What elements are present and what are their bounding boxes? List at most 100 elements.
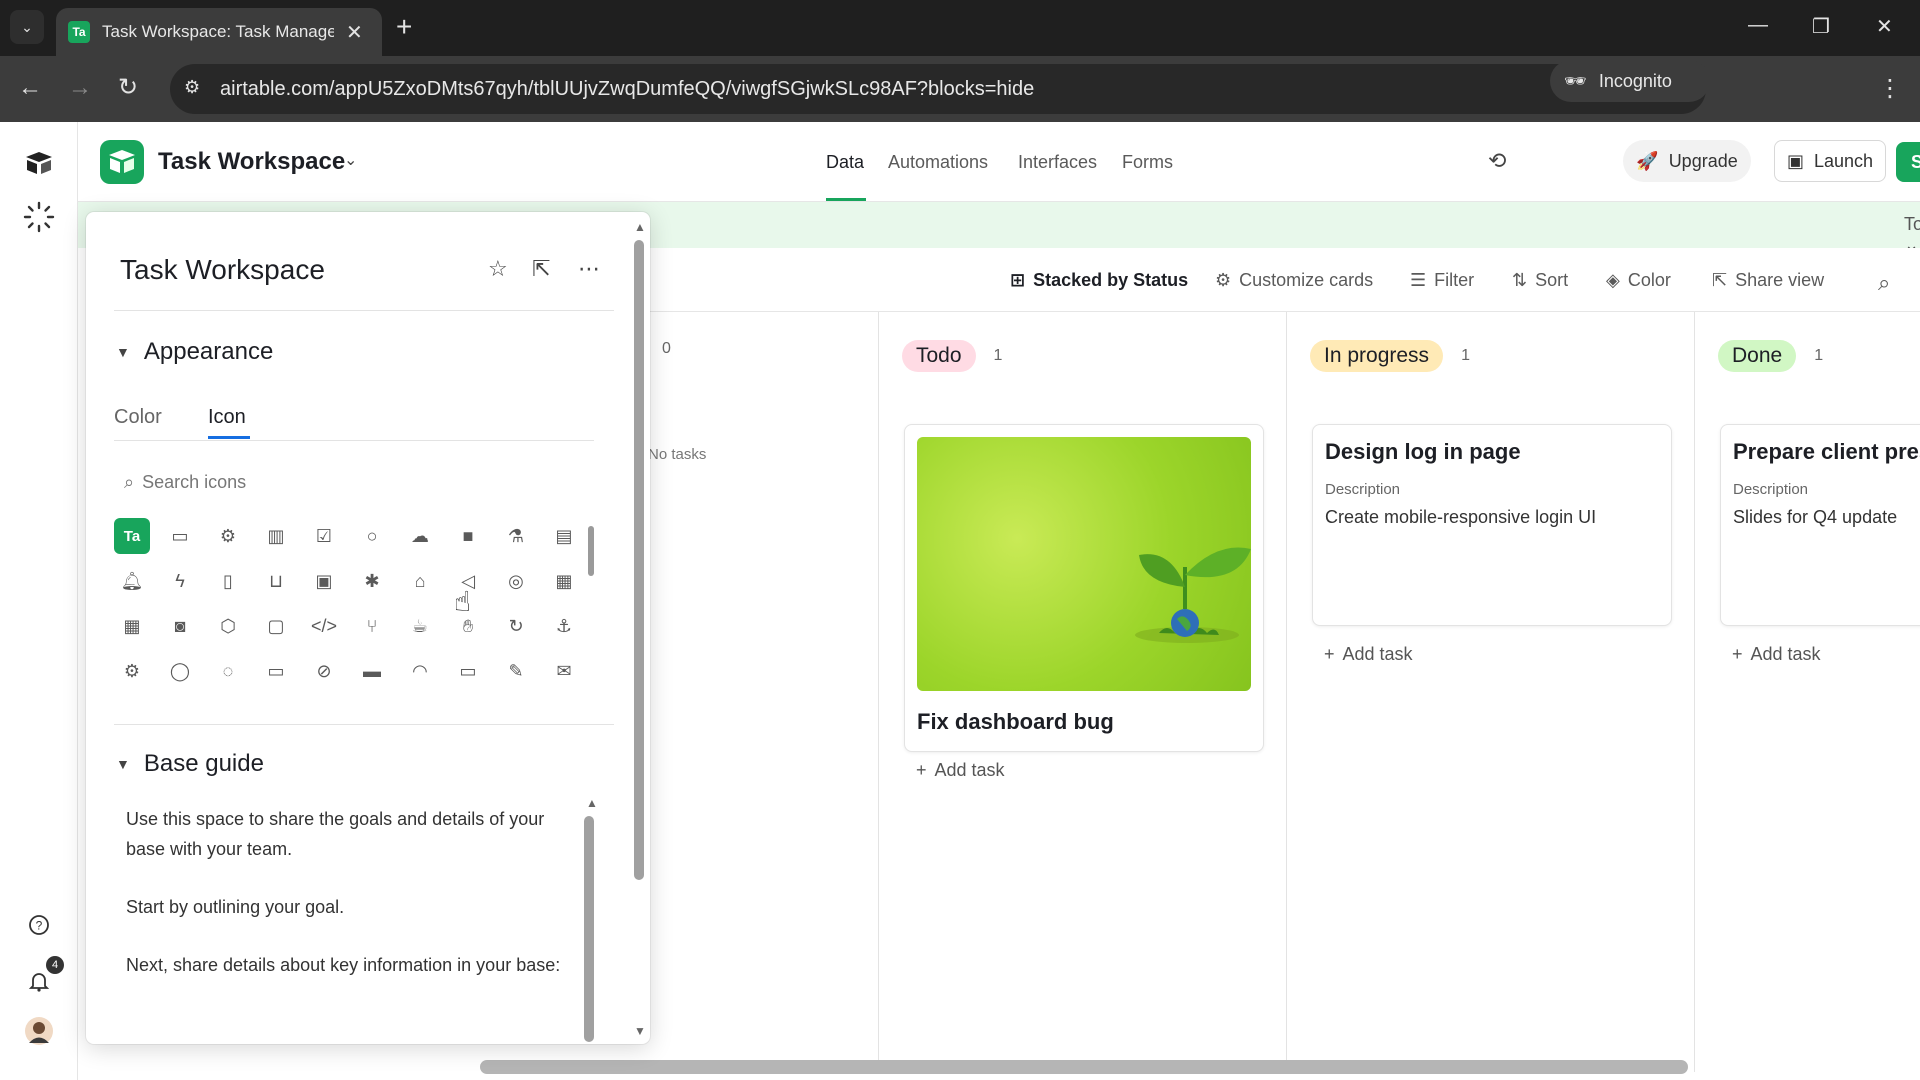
- tab-search-button[interactable]: ⌄: [10, 10, 44, 44]
- base-guide-section-toggle[interactable]: ▼ Base guide: [116, 750, 264, 778]
- add-task-button[interactable]: + Add task: [1732, 644, 1821, 665]
- chat-icon[interactable]: ◯: [162, 653, 198, 689]
- popover-scrollbar[interactable]: [634, 240, 644, 880]
- guide-paragraph[interactable]: Next, share details about key informatio…: [126, 950, 566, 980]
- upgrade-button[interactable]: 🚀 Upgrade: [1623, 140, 1751, 182]
- close-icon[interactable]: ✕: [346, 20, 363, 45]
- calendar-blank-icon[interactable]: ▢: [258, 608, 294, 644]
- sort-button[interactable]: ⇅ Sort: [1512, 270, 1568, 291]
- share-button[interactable]: Share: [1896, 142, 1920, 182]
- address-bar[interactable]: ⚙ airtable.com/appU5ZxoDMts67qyh/tblUUjv…: [170, 64, 1706, 114]
- cloud-icon[interactable]: ☁: [402, 518, 438, 554]
- git-branch-icon[interactable]: ⑂: [354, 608, 390, 644]
- site-settings-icon[interactable]: ⚙: [184, 77, 200, 98]
- bolt-icon[interactable]: ϟ: [162, 563, 198, 599]
- gauge-icon[interactable]: ◠: [402, 653, 438, 689]
- gears-icon[interactable]: ⚙: [114, 653, 150, 689]
- customize-cards-button[interactable]: ⚙ Customize cards: [1215, 270, 1373, 291]
- add-task-button[interactable]: + Add task: [916, 760, 1005, 781]
- document-icon[interactable]: ▤: [546, 518, 582, 554]
- calendar-icon[interactable]: ▦: [114, 608, 150, 644]
- tab-forms[interactable]: Forms: [1122, 152, 1173, 173]
- browser-tab[interactable]: Ta Task Workspace: Task Manager ✕: [56, 8, 382, 56]
- filter-button[interactable]: ☰ Filter: [1410, 270, 1474, 291]
- more-options-icon[interactable]: ⋯: [578, 256, 600, 282]
- stack-header-in-progress[interactable]: In progress 1: [1310, 340, 1470, 372]
- bug-icon[interactable]: ✱: [354, 563, 390, 599]
- avatar[interactable]: [22, 1014, 56, 1048]
- tab-automations[interactable]: Automations: [888, 152, 988, 173]
- cube-icon[interactable]: ⬡: [210, 608, 246, 644]
- stacked-by-button[interactable]: ⊞ Stacked by Status: [1010, 270, 1188, 291]
- desktop-icon[interactable]: ▭: [450, 653, 486, 689]
- refresh-icon[interactable]: ↻: [498, 608, 534, 644]
- envelope-icon[interactable]: ✉: [546, 653, 582, 689]
- airtable-logo-icon[interactable]: [22, 146, 56, 180]
- building-icon[interactable]: ⌂: [402, 563, 438, 599]
- book-open-icon[interactable]: ⊔: [258, 563, 294, 599]
- target-icon[interactable]: ◎: [498, 563, 534, 599]
- tab-icon[interactable]: Icon: [208, 406, 246, 429]
- folder-icon[interactable]: ▭: [162, 518, 198, 554]
- guide-paragraph[interactable]: Use this space to share the goals and de…: [126, 804, 566, 864]
- tab-interfaces[interactable]: Interfaces: [1018, 152, 1097, 173]
- pencil-icon[interactable]: ✎: [498, 653, 534, 689]
- task-card[interactable]: Design log in page Description Create mo…: [1312, 424, 1672, 626]
- base-name[interactable]: Task Workspace: [158, 148, 345, 176]
- briefcase-icon[interactable]: ▣: [306, 563, 342, 599]
- checkbox-icon[interactable]: ☑: [306, 518, 342, 554]
- scroll-down-arrow-icon[interactable]: ▼: [634, 1024, 646, 1038]
- close-window-icon[interactable]: ✕: [1876, 14, 1893, 39]
- minimize-icon[interactable]: —: [1748, 14, 1768, 37]
- bar-chart-icon[interactable]: ▥: [258, 518, 294, 554]
- help-icon[interactable]: ?: [22, 908, 56, 942]
- task-card[interactable]: Fix dashboard bug: [904, 424, 1264, 752]
- cup-icon[interactable]: ☕︎: [402, 608, 438, 644]
- flask-icon[interactable]: ⚗: [498, 518, 534, 554]
- chat-square-icon[interactable]: ▭: [258, 653, 294, 689]
- task-card[interactable]: Prepare client pres Description Slides f…: [1720, 424, 1920, 626]
- square-icon[interactable]: ■: [450, 518, 486, 554]
- launch-button[interactable]: ▣ Launch: [1774, 140, 1886, 182]
- anchor-icon[interactable]: ⚓︎: [546, 608, 582, 644]
- star-icon[interactable]: ☆: [488, 256, 508, 282]
- horizontal-scrollbar[interactable]: [480, 1060, 1688, 1074]
- open-external-icon[interactable]: ⇱: [532, 256, 550, 282]
- stack-header-todo[interactable]: Todo 1: [902, 340, 1002, 372]
- appearance-section-toggle[interactable]: ▼ Appearance: [116, 338, 273, 366]
- tab-data[interactable]: Data: [826, 152, 864, 173]
- forward-icon[interactable]: →: [68, 74, 92, 102]
- book-icon[interactable]: ▯: [210, 563, 246, 599]
- scroll-up-arrow-icon[interactable]: ▲: [586, 796, 598, 810]
- color-button[interactable]: ◈ Color: [1606, 270, 1671, 291]
- selected-icon-ta[interactable]: Ta: [114, 518, 150, 554]
- icon-grid-scrollbar[interactable]: [588, 526, 594, 576]
- chevron-down-icon[interactable]: ⌄: [344, 150, 357, 170]
- add-task-button[interactable]: + Add task: [1324, 644, 1413, 665]
- back-icon[interactable]: ←: [18, 74, 42, 102]
- circle-icon[interactable]: ○: [354, 518, 390, 554]
- omni-spinner-icon[interactable]: [22, 200, 56, 234]
- history-icon[interactable]: ⟲: [1488, 148, 1506, 174]
- scroll-up-arrow-icon[interactable]: ▲: [634, 220, 646, 234]
- browser-menu-icon[interactable]: ⋮: [1878, 74, 1902, 103]
- icon-search-input[interactable]: ⌕ Search icons: [124, 472, 246, 493]
- camera-icon[interactable]: ◙: [162, 608, 198, 644]
- share-view-button[interactable]: ⇱ Share view: [1712, 270, 1824, 291]
- guide-scrollbar[interactable]: [584, 816, 594, 1042]
- code-icon[interactable]: </>: [306, 608, 342, 644]
- reload-icon[interactable]: ↻: [118, 74, 138, 102]
- credit-card-icon[interactable]: ▬: [354, 653, 390, 689]
- restore-icon[interactable]: ❐: [1812, 14, 1830, 39]
- chats-icon[interactable]: ◌: [210, 653, 246, 689]
- guide-paragraph[interactable]: Start by outlining your goal.: [126, 892, 566, 922]
- calculator-icon[interactable]: ▦: [546, 563, 582, 599]
- incognito-indicator[interactable]: 🕶 Incognito: [1550, 60, 1710, 102]
- new-tab-button[interactable]: +: [396, 12, 412, 42]
- tab-color[interactable]: Color: [114, 406, 162, 429]
- gear-icon[interactable]: ⚙: [210, 518, 246, 554]
- search-icon[interactable]: ⌕: [1878, 270, 1890, 296]
- bell-icon[interactable]: 🔔︎: [114, 563, 150, 599]
- base-logo-icon[interactable]: [100, 140, 144, 184]
- compass-icon[interactable]: ⊘: [306, 653, 342, 689]
